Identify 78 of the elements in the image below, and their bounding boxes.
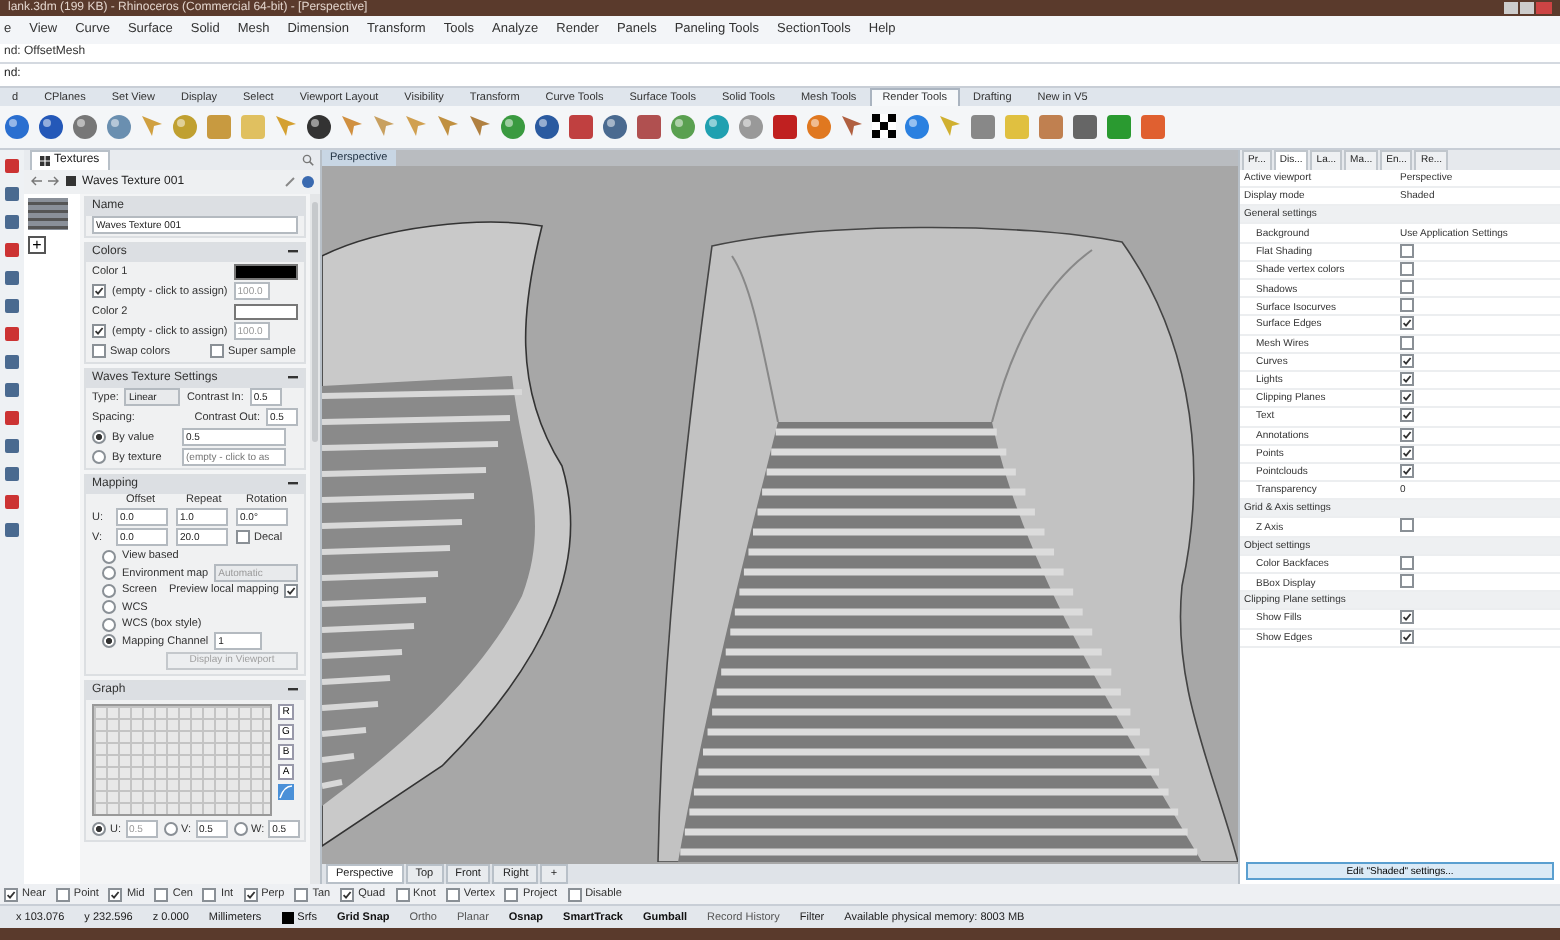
checkbox[interactable] — [209, 344, 224, 359]
radio-button[interactable] — [92, 450, 106, 465]
square-icon[interactable] — [772, 113, 798, 140]
back-arrow-icon[interactable] — [30, 176, 42, 187]
checkbox[interactable] — [445, 887, 460, 902]
sphere-icon[interactable] — [534, 113, 560, 140]
radio-button[interactable] — [102, 583, 116, 598]
arrow-icon[interactable] — [140, 114, 164, 139]
collapse-icon[interactable] — [288, 688, 298, 693]
arrow-icon[interactable] — [404, 114, 428, 139]
radio-button[interactable] — [102, 566, 116, 581]
checkbox[interactable] — [92, 344, 106, 359]
square-icon[interactable] — [206, 113, 232, 140]
checkbox[interactable] — [1400, 518, 1414, 533]
search-icon[interactable] — [302, 153, 314, 166]
checkbox[interactable] — [154, 887, 169, 902]
checkbox[interactable] — [1400, 316, 1414, 331]
texture-icon — [66, 176, 76, 187]
checkbox[interactable] — [567, 887, 582, 902]
radio-button[interactable] — [102, 634, 116, 649]
collapse-icon[interactable] — [288, 250, 298, 255]
add-button[interactable]: + — [28, 235, 46, 254]
arrow-icon[interactable] — [840, 114, 864, 139]
square-icon[interactable] — [1072, 113, 1098, 140]
checkbox[interactable] — [4, 887, 18, 902]
grid-icon — [40, 155, 50, 166]
checkbox[interactable] — [92, 284, 106, 299]
square-icon[interactable] — [1106, 113, 1132, 140]
arrow-icon[interactable] — [372, 114, 396, 139]
arrow-icon[interactable] — [468, 114, 492, 139]
checkbox[interactable] — [1400, 280, 1414, 294]
square-icon[interactable] — [568, 113, 594, 140]
checkbox[interactable] — [55, 887, 70, 902]
brush-icon[interactable] — [284, 175, 296, 188]
checkbox[interactable] — [236, 530, 250, 545]
color-swatch[interactable] — [234, 263, 298, 280]
checkbox[interactable] — [1400, 610, 1414, 625]
checkbox[interactable] — [1400, 408, 1414, 423]
checkbox[interactable] — [92, 324, 106, 339]
square-icon[interactable] — [970, 113, 996, 140]
checkbox[interactable] — [294, 887, 309, 902]
window-controls-icon[interactable] — [1504, 2, 1552, 14]
radio-button[interactable] — [92, 822, 106, 837]
forward-arrow-icon[interactable] — [48, 176, 60, 187]
radio-button[interactable] — [102, 600, 116, 615]
checkbox[interactable] — [1400, 372, 1414, 387]
checkbox[interactable] — [340, 887, 355, 902]
checkbox[interactable] — [1400, 390, 1414, 405]
square-icon[interactable] — [636, 113, 662, 140]
curve-icon[interactable] — [278, 783, 294, 800]
texture-thumbnail[interactable] — [28, 197, 68, 230]
radio-button[interactable] — [102, 549, 116, 564]
sphere-icon[interactable] — [306, 113, 332, 140]
radio-button[interactable] — [92, 430, 106, 445]
collapse-icon[interactable] — [288, 482, 298, 487]
radio-button[interactable] — [233, 822, 247, 837]
color-swatch[interactable] — [234, 303, 298, 320]
checkbox[interactable] — [1400, 298, 1414, 313]
arrow-icon[interactable] — [436, 114, 460, 139]
square-icon[interactable] — [1038, 113, 1064, 140]
checkbox[interactable] — [504, 887, 519, 902]
collapse-icon[interactable] — [288, 376, 298, 381]
arrow-icon[interactable] — [274, 114, 298, 139]
checkbox[interactable] — [1400, 574, 1414, 588]
square-icon[interactable] — [1140, 113, 1166, 140]
checker-icon[interactable] — [872, 114, 896, 139]
checkbox[interactable] — [284, 583, 299, 598]
help-icon[interactable] — [302, 175, 314, 188]
checkbox[interactable] — [108, 887, 123, 902]
sphere-icon[interactable] — [602, 113, 628, 140]
checkbox[interactable] — [395, 887, 410, 902]
radio-button[interactable] — [163, 822, 177, 837]
checkbox[interactable] — [202, 887, 217, 902]
layer-swatch-icon[interactable] — [281, 911, 294, 924]
sphere-icon[interactable] — [38, 113, 64, 140]
radio-button[interactable] — [102, 617, 116, 632]
arrow-icon[interactable] — [340, 114, 364, 139]
checkbox[interactable] — [243, 887, 258, 902]
